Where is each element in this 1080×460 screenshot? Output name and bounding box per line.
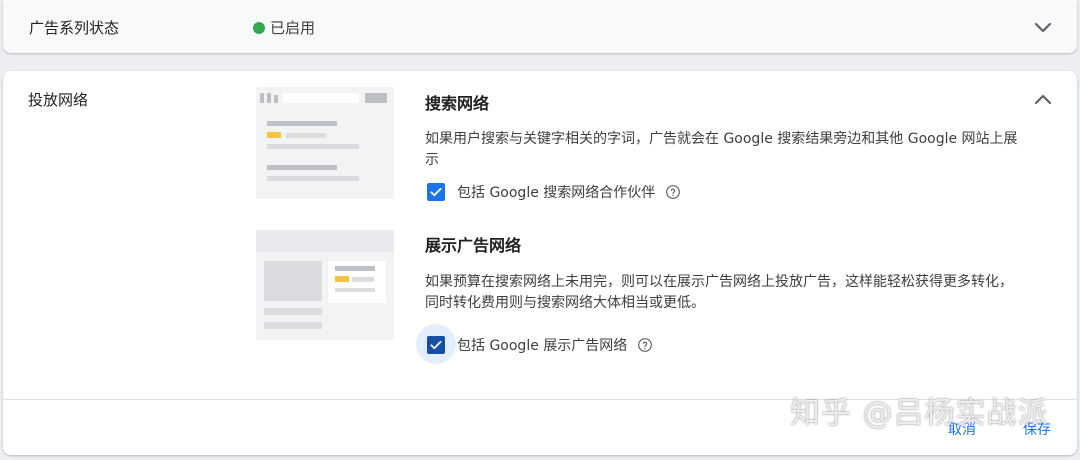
illus-block (264, 261, 322, 301)
illus-bar (286, 133, 326, 138)
illus-bar (264, 322, 322, 329)
display-network-illustration (256, 230, 394, 340)
campaign-status-label: 广告系列状态 (29, 19, 120, 37)
search-network-description: 如果用户搜索与关键字相关的字词，广告就会在 Google 搜索结果旁边和其他 G… (425, 131, 1018, 168)
chevron-up-icon[interactable] (1031, 88, 1055, 112)
check-icon (430, 340, 442, 350)
search-network-title: 搜索网络 (425, 94, 490, 113)
display-network-description: 如果预算在搜索网络上未用完，则可以在展示广告网络上投放广告，这样能轻松获得更多转… (425, 274, 1013, 311)
watermark: 知乎 @吕杨实战派 (790, 396, 1049, 431)
illus-header (256, 230, 394, 252)
chevron-down-icon[interactable] (1031, 15, 1055, 39)
illus-bar (352, 277, 374, 282)
illus-bar (260, 93, 264, 103)
illus-bar (267, 93, 271, 103)
search-partners-checkbox[interactable] (427, 183, 445, 201)
illus-bar (267, 121, 337, 126)
status-text: 已启用 (270, 19, 316, 37)
illus-highlight (267, 132, 281, 138)
illus-bar (267, 165, 337, 170)
status-dot-icon (253, 21, 265, 34)
search-partners-label: 包括 Google 搜索网络合作伙伴 (457, 185, 656, 201)
illus-searchbox (283, 93, 359, 103)
display-network-title: 展示广告网络 (425, 236, 522, 255)
illus-bar (264, 308, 322, 315)
illus-highlight (335, 276, 349, 282)
display-network-checkbox[interactable] (427, 336, 445, 354)
network-section-label: 投放网络 (28, 91, 89, 109)
illus-bar (335, 288, 375, 292)
illus-bar (274, 95, 278, 103)
help-circle-icon[interactable] (637, 337, 653, 353)
help-circle-icon[interactable] (665, 184, 681, 200)
illus-search-button (365, 93, 387, 103)
display-network-label: 包括 Google 展示广告网络 (457, 338, 628, 354)
search-partners-row[interactable]: 包括 Google 搜索网络合作伙伴 (427, 182, 681, 202)
display-network-row[interactable]: 包括 Google 展示广告网络 (427, 335, 653, 355)
check-icon (430, 187, 442, 197)
campaign-status-panel[interactable]: 广告系列状态 已启用 (3, 0, 1077, 53)
illus-bar (267, 176, 359, 181)
illus-bar (335, 266, 375, 271)
campaign-status-value: 已启用 (253, 17, 315, 38)
search-network-illustration (256, 87, 394, 199)
illus-bar (267, 144, 359, 149)
